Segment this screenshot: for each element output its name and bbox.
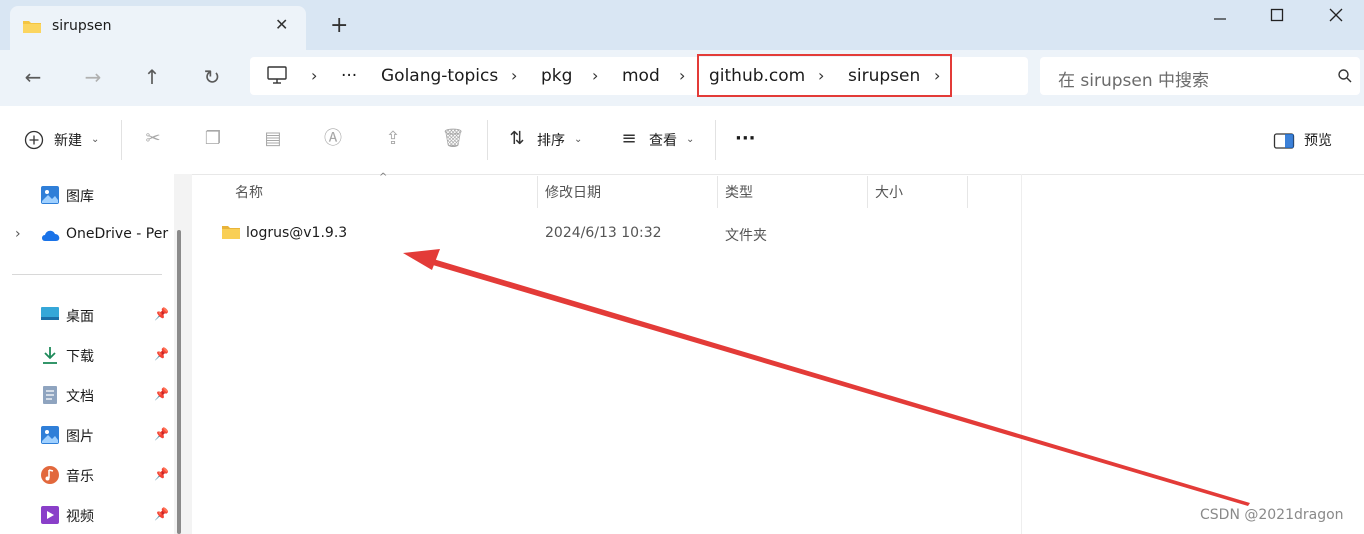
paste-icon[interactable]: ▤: [260, 126, 286, 152]
cut-icon[interactable]: ✂: [140, 126, 166, 152]
sidebar-item-gallery[interactable]: 图库: [66, 186, 94, 206]
column-header-size[interactable]: 大小: [875, 182, 903, 202]
share-icon[interactable]: ⇪: [380, 126, 406, 152]
pin-icon[interactable]: 📌: [154, 467, 169, 481]
new-chevron-down-icon[interactable]: ⌄: [91, 134, 99, 145]
expand-chevron-icon[interactable]: ›: [15, 226, 21, 242]
sidebar-item-onedrive[interactable]: OneDrive - Per: [66, 226, 176, 242]
view-icon: ≡: [621, 128, 637, 149]
file-date: 2024/6/13 10:32: [545, 225, 662, 241]
sort-chevron-down-icon[interactable]: ⌄: [574, 134, 582, 145]
preview-button[interactable]: 预览: [1304, 130, 1332, 150]
new-button[interactable]: 新建: [54, 130, 82, 150]
preview-pane-icon: [1273, 133, 1295, 149]
pictures-icon: [41, 426, 59, 444]
maximize-icon: [1270, 8, 1284, 22]
pin-icon[interactable]: 📌: [154, 427, 169, 441]
folder-icon: [222, 226, 240, 239]
refresh-button[interactable]: ↻: [197, 62, 227, 92]
this-pc-icon[interactable]: [266, 66, 288, 86]
breadcrumb-separator[interactable]: ›: [311, 66, 317, 85]
up-button[interactable]: ↑: [137, 62, 167, 92]
column-divider[interactable]: [867, 176, 868, 208]
close-icon: [1329, 8, 1343, 22]
sort-up-icon: ^: [379, 172, 388, 183]
breadcrumb-separator[interactable]: ›: [679, 66, 685, 85]
close-window-button[interactable]: [1306, 6, 1364, 28]
pin-icon[interactable]: 📌: [154, 387, 169, 401]
back-button[interactable]: ←: [18, 62, 48, 92]
breadcrumb-separator[interactable]: ›: [511, 66, 517, 85]
close-tab-icon[interactable]: ✕: [275, 15, 288, 34]
view-button[interactable]: 查看: [649, 130, 677, 150]
sort-icon: ⇅: [509, 128, 525, 149]
file-name[interactable]: logrus@v1.9.3: [246, 225, 347, 241]
column-header-type[interactable]: 类型: [725, 182, 753, 202]
folder-icon: [23, 21, 41, 33]
column-header-date[interactable]: 修改日期: [545, 182, 601, 202]
column-divider[interactable]: [717, 176, 718, 208]
annotation-highlight-box: [697, 54, 952, 97]
sidebar-item-documents[interactable]: 文档: [66, 386, 94, 406]
rename-icon[interactable]: Ⓐ: [320, 126, 346, 152]
watermark: CSDN @2021dragon: [1200, 507, 1344, 523]
music-icon: [41, 466, 59, 484]
divider: [487, 120, 488, 160]
pin-icon[interactable]: 📌: [154, 307, 169, 321]
documents-icon: [43, 386, 57, 404]
column-header-name[interactable]: 名称: [235, 182, 263, 202]
new-icon: [24, 130, 44, 150]
pin-icon[interactable]: 📌: [154, 347, 169, 361]
minimize-icon: [1214, 18, 1226, 20]
column-divider[interactable]: [537, 176, 538, 208]
breadcrumb-overflow[interactable]: ···: [341, 66, 357, 86]
gallery-icon: [41, 186, 59, 204]
breadcrumb-separator[interactable]: ›: [592, 66, 598, 85]
breadcrumb-mod[interactable]: mod: [622, 66, 660, 86]
desktop-icon: [41, 307, 59, 320]
delete-icon[interactable]: 🗑: [440, 126, 466, 152]
divider: [715, 120, 716, 160]
tab-title: sirupsen: [52, 18, 112, 34]
sidebar-item-pictures[interactable]: 图片: [66, 426, 94, 446]
sidebar-item-downloads[interactable]: 下载: [66, 346, 94, 366]
sort-button[interactable]: 排序: [537, 130, 565, 150]
pin-icon[interactable]: 📌: [154, 507, 169, 521]
divider: [121, 120, 122, 160]
videos-icon: [41, 506, 59, 524]
copy-icon[interactable]: ❐: [200, 126, 226, 152]
breadcrumb-golang-topics[interactable]: Golang-topics: [381, 66, 498, 86]
minimize-button[interactable]: [1190, 6, 1250, 28]
sidebar-item-desktop[interactable]: 桌面: [66, 306, 94, 326]
view-chevron-down-icon[interactable]: ⌄: [686, 134, 694, 145]
sidebar-item-videos[interactable]: 视频: [66, 506, 94, 526]
new-tab-button[interactable]: +: [330, 14, 348, 38]
onedrive-icon: [42, 230, 60, 241]
pane-divider: [1021, 174, 1022, 534]
search-icon[interactable]: [1337, 68, 1353, 84]
column-divider[interactable]: [967, 176, 968, 208]
maximize-button[interactable]: [1247, 6, 1307, 28]
breadcrumb-pkg[interactable]: pkg: [541, 66, 572, 86]
downloads-icon: [43, 347, 57, 364]
more-options-button[interactable]: ···: [735, 128, 756, 149]
sidebar-item-music[interactable]: 音乐: [66, 466, 94, 486]
forward-button[interactable]: →: [78, 62, 108, 92]
sidebar-divider: [12, 274, 162, 275]
sidebar-scrollbar[interactable]: [177, 230, 181, 534]
search-input[interactable]: 在 sirupsen 中搜索: [1058, 66, 1209, 91]
file-type: 文件夹: [725, 228, 767, 244]
